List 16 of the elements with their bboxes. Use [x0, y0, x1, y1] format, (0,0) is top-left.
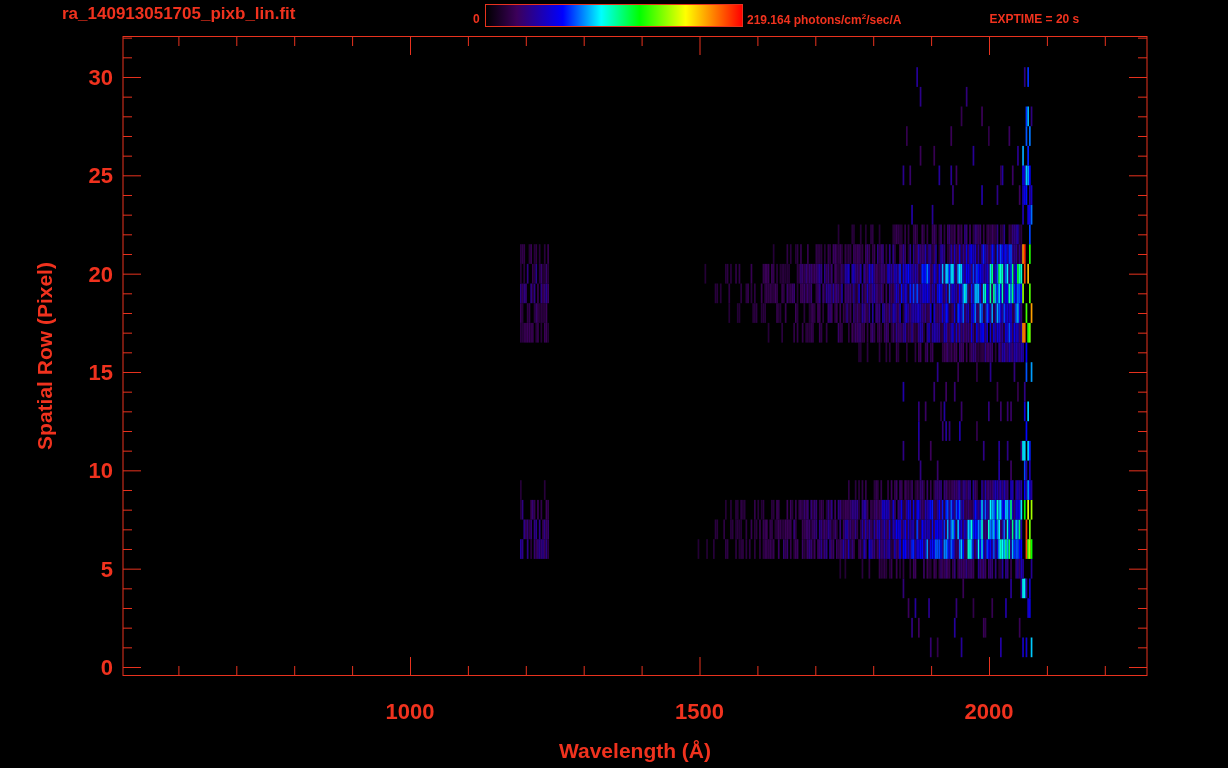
- axis-tick-label: 0: [100, 655, 113, 680]
- axis-tick-label: 30: [88, 65, 113, 90]
- y-axis-title: Spatial Row (Pixel): [33, 262, 56, 450]
- axis-tick-label: 5: [100, 556, 113, 582]
- axis-tick-label: 1500: [675, 699, 724, 724]
- axis-tick-label: 1000: [385, 699, 435, 724]
- axis-tick-label: 20: [88, 261, 113, 287]
- colorbar-min-label: 0: [473, 12, 481, 26]
- colorbar-max-label: 219.164 photons/cm$^{2}$/sec/A: [747, 12, 902, 27]
- axis-tick-label: 15: [88, 360, 113, 385]
- x-axis-title: Wavelength (Å): [558, 739, 712, 762]
- exposure-time-label: EXPTIME = 20 s: [989, 12, 1080, 26]
- axis-tick-label: 10: [88, 458, 113, 484]
- axis-tick-label: 2000: [964, 699, 1014, 724]
- file-title: ra_140913051705_pixb_lin.fit: [62, 4, 297, 24]
- axis-tick-label: 25: [88, 163, 113, 189]
